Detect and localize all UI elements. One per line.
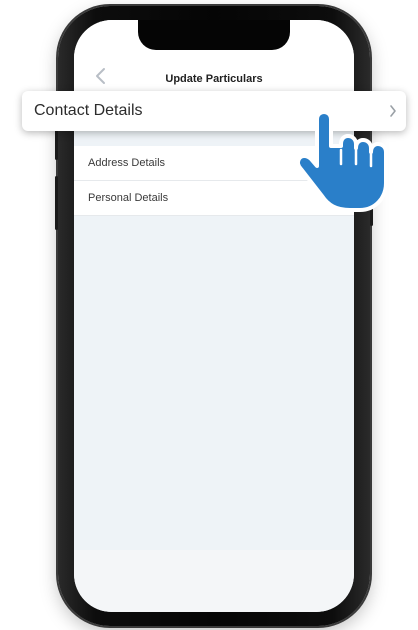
contact-details-label: Contact Details	[34, 102, 143, 119]
pointing-hand-icon	[296, 110, 388, 212]
bottom-area	[74, 550, 354, 612]
tutorial-stage: Update Particulars Address Details Perso…	[0, 0, 418, 630]
phone-side-button	[55, 176, 58, 230]
page-title: Update Particulars	[165, 73, 263, 85]
phone-side-button	[55, 126, 58, 160]
phone-notch	[138, 20, 290, 50]
